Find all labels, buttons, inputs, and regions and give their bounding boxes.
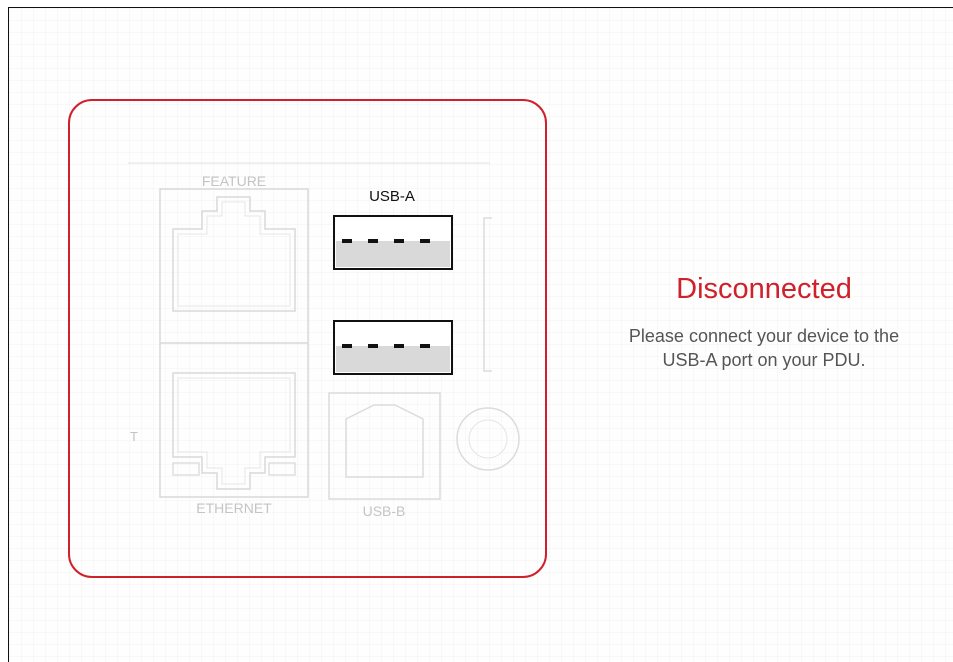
- app-window: FEATURE ETHERNET T USB-A USB-B Disconnec…: [8, 7, 953, 662]
- ethernet-port-label: ETHERNET: [196, 500, 272, 516]
- usb-a-label: USB-A: [369, 188, 415, 205]
- edge-letter: T: [130, 429, 138, 444]
- pdu-port-diagram: FEATURE ETHERNET T USB-A USB-B: [68, 99, 547, 578]
- status-title: Disconnected: [676, 273, 852, 305]
- usb-b-port-icon: [328, 392, 441, 500]
- ethernet-port-icon: [172, 372, 296, 490]
- feature-port-label: FEATURE: [202, 173, 266, 189]
- usb-b-label: USB-B: [363, 503, 406, 519]
- round-connector-icon: [456, 407, 520, 471]
- connection-status: Disconnected Please connect your device …: [584, 272, 944, 372]
- status-message-line-1: Please connect your device to the: [628, 326, 900, 346]
- usb-a-port-icon: [333, 320, 453, 375]
- feature-port-icon: [172, 196, 296, 312]
- port-diagram-svg: FEATURE ETHERNET T USB-A USB-B: [128, 162, 520, 519]
- usb-a-port-icon: [333, 215, 453, 270]
- status-message-line-2: USB-A port on your PDU.: [662, 350, 866, 370]
- side-bracket: [483, 217, 492, 372]
